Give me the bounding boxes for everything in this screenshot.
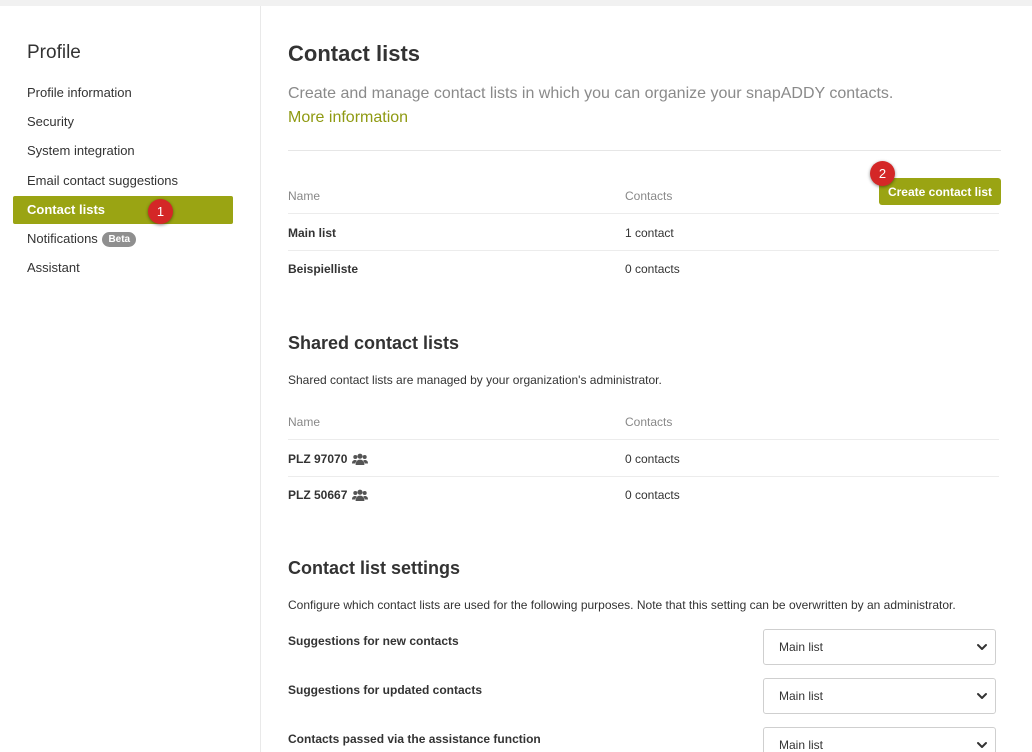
column-header-name: Name — [288, 189, 321, 203]
sidebar-item-notifications[interactable]: Notifications Beta — [13, 225, 233, 253]
contact-list-count: 1 contact — [625, 226, 674, 240]
contact-list-name[interactable]: Beispielliste — [288, 262, 358, 276]
table-row-divider — [288, 250, 999, 251]
chevron-down-icon — [975, 679, 989, 713]
shared-lists-title: Shared contact lists — [288, 333, 460, 353]
sidebar-item-system-integration[interactable]: System integration — [13, 137, 233, 165]
sidebar-item-label: Assistant — [27, 260, 80, 275]
step-marker-2: 2 — [870, 161, 895, 186]
new-contacts-list-select[interactable]: Main list — [763, 629, 996, 665]
sidebar-item-profile-information[interactable]: Profile information — [13, 79, 233, 107]
sidebar-item-contact-lists[interactable]: Contact lists — [13, 196, 233, 224]
assistance-contacts-list-select[interactable]: Main list — [763, 727, 996, 752]
sidebar-item-assistant[interactable]: Assistant — [13, 254, 233, 282]
sidebar-item-label: Profile information — [27, 85, 132, 100]
shared-list-label: PLZ 97070 — [288, 452, 348, 466]
step-marker-1: 1 — [148, 199, 173, 224]
page-description: Create and manage contact lists in which… — [288, 85, 894, 102]
shared-list-name[interactable]: PLZ 97070 — [288, 452, 369, 468]
select-value: Main list — [779, 738, 824, 752]
table-row-divider — [288, 476, 999, 477]
sidebar-item-label: Contact lists — [27, 202, 106, 217]
updated-contacts-list-select[interactable]: Main list — [763, 678, 996, 714]
select-value: Main list — [779, 640, 824, 654]
shared-list-label: PLZ 50667 — [288, 488, 348, 502]
setting-label-new-contacts: Suggestions for new contacts — [288, 634, 459, 648]
profile-sidebar: Profile Profile information Security Sys… — [0, 6, 261, 752]
shared-lists-description: Shared contact lists are managed by your… — [288, 373, 662, 387]
shared-list-count: 0 contacts — [625, 452, 680, 466]
settings-title: Contact list settings — [288, 558, 461, 578]
table-row-divider — [288, 439, 999, 440]
sidebar-item-label: Security — [27, 114, 74, 129]
shared-list-count: 0 contacts — [625, 488, 680, 502]
create-contact-list-button[interactable]: Create contact list — [879, 178, 1001, 205]
sidebar-item-label: System integration — [27, 143, 135, 158]
setting-label-assistance-contacts: Contacts passed via the assistance funct… — [288, 732, 541, 746]
sidebar-item-security[interactable]: Security — [13, 108, 233, 136]
beta-badge: Beta — [102, 232, 137, 247]
table-row-divider — [288, 213, 999, 214]
sidebar-item-email-contact-suggestions[interactable]: Email contact suggestions — [13, 167, 233, 195]
users-icon — [352, 453, 369, 468]
chevron-down-icon — [975, 728, 989, 752]
sidebar-title: Profile — [27, 42, 81, 63]
chevron-down-icon — [975, 630, 989, 664]
select-value: Main list — [779, 689, 824, 703]
shared-list-name[interactable]: PLZ 50667 — [288, 488, 369, 504]
column-header-contacts: Contacts — [625, 415, 673, 429]
sidebar-item-label: Email contact suggestions — [27, 173, 179, 188]
sidebar-item-label: Notifications — [27, 231, 98, 246]
users-icon — [352, 489, 369, 504]
column-header-contacts: Contacts — [625, 189, 673, 203]
setting-label-updated-contacts: Suggestions for updated contacts — [288, 683, 483, 697]
page-title: Contact lists — [288, 41, 421, 66]
contact-list-count: 0 contacts — [625, 262, 680, 276]
more-information-link[interactable]: More information — [288, 109, 408, 127]
contact-list-name[interactable]: Main list — [288, 226, 336, 240]
section-divider — [288, 150, 1001, 151]
column-header-name: Name — [288, 415, 321, 429]
settings-description: Configure which contact lists are used f… — [288, 598, 956, 612]
